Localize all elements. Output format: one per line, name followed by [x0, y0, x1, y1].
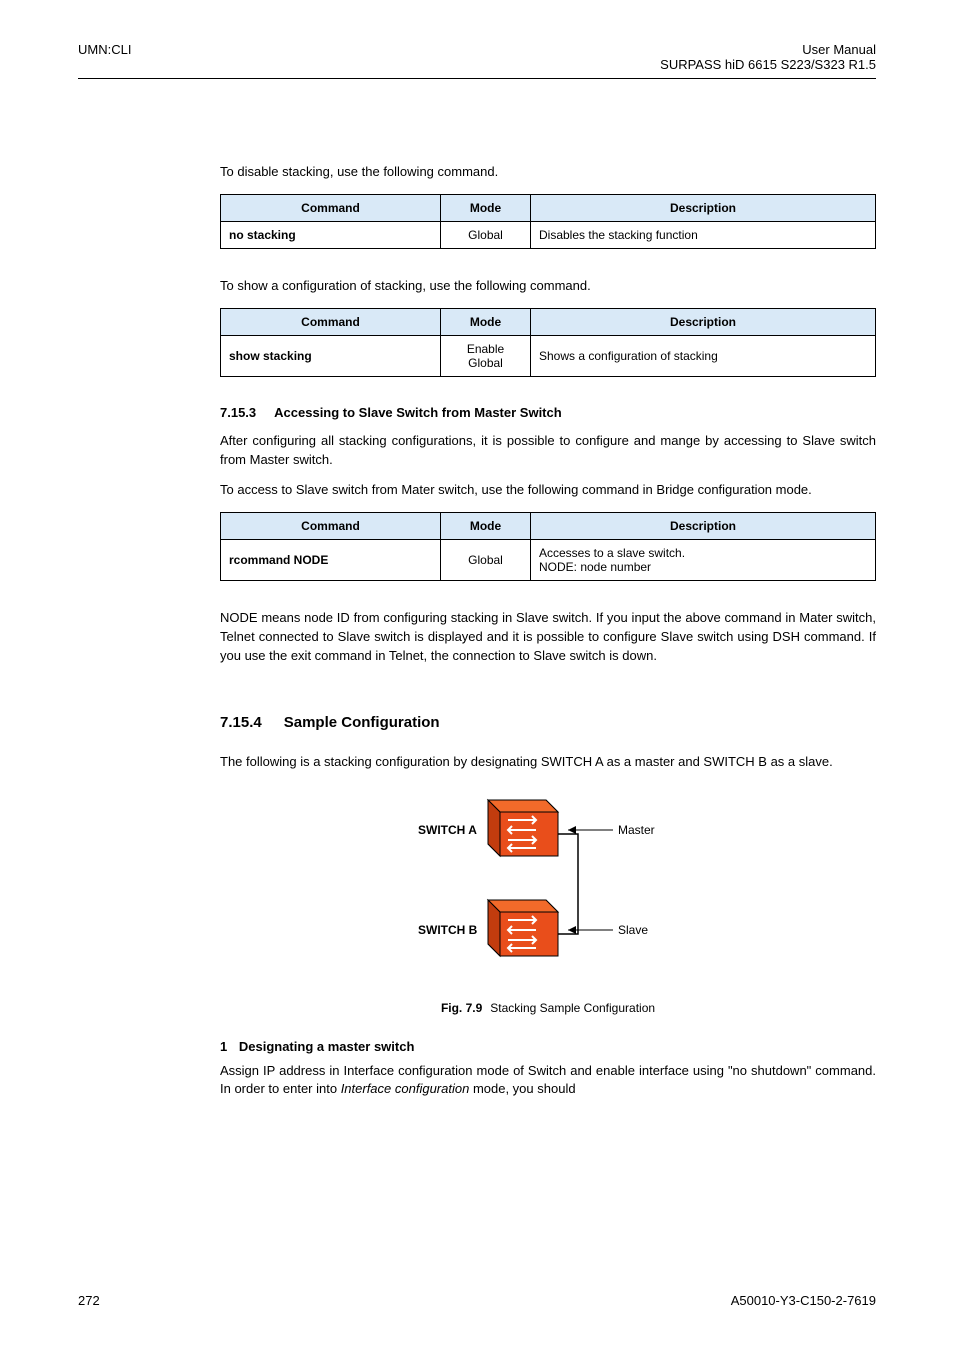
header-right-line1: User Manual	[660, 42, 876, 57]
table-disable-stacking: Command Mode Description no stacking Glo…	[220, 194, 876, 249]
mode-line1: Enable	[449, 342, 522, 356]
figure-text: Stacking Sample Configuration	[490, 1001, 655, 1015]
th-mode: Mode	[441, 308, 531, 335]
page-footer: 272 A50010-Y3-C150-2-7619	[78, 1293, 876, 1308]
step-1-text: Assign IP address in Interface configura…	[220, 1062, 876, 1100]
th-mode: Mode	[441, 194, 531, 221]
cell-description: Disables the stacking function	[531, 221, 876, 248]
mode-line2: Global	[449, 356, 522, 370]
header-right-line2: SURPASS hiD 6615 S223/S323 R1.5	[660, 57, 876, 72]
header-right: User Manual SURPASS hiD 6615 S223/S323 R…	[660, 42, 876, 72]
para-node-explanation: NODE means node ID from configuring stac…	[220, 609, 876, 666]
page-header: UMN:CLI User Manual SURPASS hiD 6615 S22…	[0, 0, 954, 72]
table-header-row: Command Mode Description	[221, 513, 876, 540]
step1-after: mode, you should	[469, 1081, 575, 1096]
para-access-1: After configuring all stacking configura…	[220, 432, 876, 470]
table-show-stacking: Command Mode Description show stacking E…	[220, 308, 876, 377]
arrowhead-slave	[568, 926, 576, 934]
desc-line2: NODE: node number	[539, 560, 867, 574]
th-command: Command	[221, 513, 441, 540]
cell-description: Shows a configuration of stacking	[531, 335, 876, 376]
para-access-2: To access to Slave switch from Mater swi…	[220, 481, 876, 500]
cell-command: no stacking	[221, 221, 441, 248]
slave-label: Slave	[618, 923, 648, 937]
th-command: Command	[221, 308, 441, 335]
cell-mode: Global	[441, 221, 531, 248]
switch-a-icon	[488, 800, 558, 856]
stacking-diagram: SWITCH A Master SWITCH B S	[418, 790, 678, 990]
th-description: Description	[531, 513, 876, 540]
heading-access-slave: 7.15.3 Accessing to Slave Switch from Mas…	[220, 405, 876, 420]
figure-caption: Fig. 7.9 Stacking Sample Configuration	[220, 1001, 876, 1015]
link-line	[558, 834, 578, 934]
desc-line1: Accesses to a slave switch.	[539, 546, 867, 560]
table-rcommand: Command Mode Description rcommand NODE G…	[220, 512, 876, 581]
th-description: Description	[531, 308, 876, 335]
step1-italic: Interface configuration	[341, 1081, 470, 1096]
cell-description: Accesses to a slave switch. NODE: node n…	[531, 540, 876, 581]
table-header-row: Command Mode Description	[221, 308, 876, 335]
heading-number: 7.15.4	[220, 714, 262, 731]
header-left: UMN:CLI	[78, 42, 131, 72]
cell-mode: Enable Global	[441, 335, 531, 376]
para-disable-stacking: To disable stacking, use the following c…	[220, 163, 876, 182]
step-1: 1 Designating a master switch	[220, 1039, 876, 1054]
para-show-stacking: To show a configuration of stacking, use…	[220, 277, 876, 296]
th-command: Command	[221, 194, 441, 221]
heading-title: Accessing to Slave Switch from Master Sw…	[274, 405, 562, 420]
switch-b-label: SWITCH B	[418, 923, 478, 937]
doc-id: A50010-Y3-C150-2-7619	[731, 1293, 876, 1308]
figure-stacking: SWITCH A Master SWITCH B S	[220, 790, 876, 993]
cell-mode: Global	[441, 540, 531, 581]
heading-title: Sample Configuration	[284, 714, 440, 731]
heading-sample-config: 7.15.4 Sample Configuration	[220, 714, 876, 731]
switch-a-label: SWITCH A	[418, 823, 477, 837]
table-row: show stacking Enable Global Shows a conf…	[221, 335, 876, 376]
table-row: no stacking Global Disables the stacking…	[221, 221, 876, 248]
page-number: 272	[78, 1293, 100, 1308]
step-number: 1	[220, 1039, 227, 1054]
heading-number: 7.15.3	[220, 405, 256, 420]
switch-b-icon	[488, 900, 558, 956]
figure-number: Fig. 7.9	[441, 1001, 482, 1015]
table-row: rcommand NODE Global Accesses to a slave…	[221, 540, 876, 581]
step-title: Designating a master switch	[239, 1039, 415, 1054]
table-header-row: Command Mode Description	[221, 194, 876, 221]
cell-command: rcommand NODE	[221, 540, 441, 581]
th-description: Description	[531, 194, 876, 221]
header-rule	[78, 78, 876, 79]
arrowhead-master	[568, 826, 576, 834]
cell-command: show stacking	[221, 335, 441, 376]
master-label: Master	[618, 823, 655, 837]
main-content: To disable stacking, use the following c…	[0, 163, 954, 1099]
para-sample-intro: The following is a stacking configuratio…	[220, 753, 876, 772]
th-mode: Mode	[441, 513, 531, 540]
